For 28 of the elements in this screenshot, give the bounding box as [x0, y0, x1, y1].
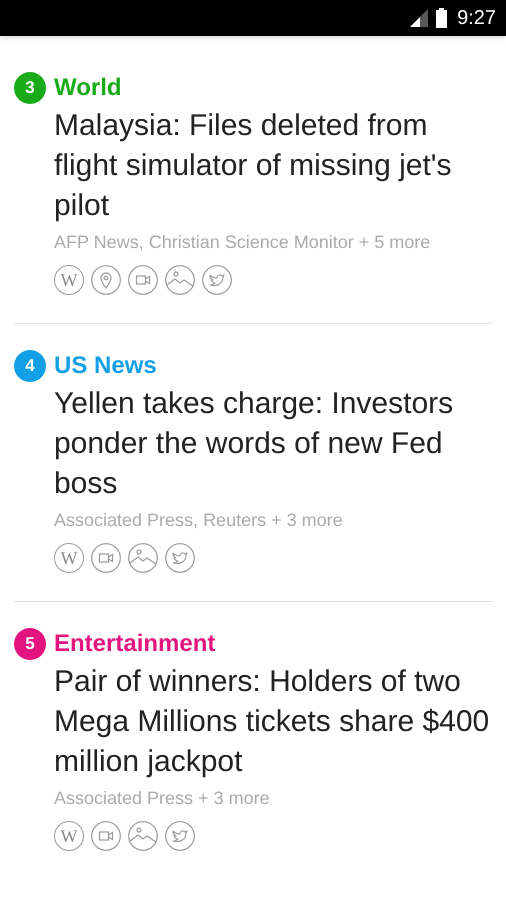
bird-icon[interactable] — [165, 543, 195, 573]
rank-badge: 3 — [14, 72, 46, 104]
signal-icon — [410, 9, 430, 27]
category-label[interactable]: US News — [54, 352, 157, 380]
sources-text: AFP News, Christian Science Monitor + 5 more — [54, 232, 432, 253]
clock-time: 9:27 — [457, 6, 496, 30]
headline[interactable]: Yellen takes charge: Investors ponder the words of new Fed boss — [54, 384, 492, 504]
sources-text: Associated Press + 3 more — [54, 788, 271, 809]
headline[interactable]: Pair of winners: Holders of two Mega Millions tickets share $400 million jackpot — [54, 662, 492, 782]
bird-icon[interactable] — [165, 821, 195, 851]
video-camera-icon[interactable] — [91, 543, 121, 573]
category-label[interactable]: Entertainment — [54, 630, 216, 658]
battery-icon — [436, 8, 448, 28]
wikipedia-icon[interactable]: W — [54, 265, 84, 295]
location-pin-icon[interactable] — [91, 265, 121, 295]
headline[interactable]: Malaysia: Files deleted from flight simulator of missing jet's pilot — [54, 106, 492, 226]
rank-badge: 4 — [14, 350, 46, 382]
video-camera-icon[interactable] — [91, 821, 121, 851]
sources-text: Associated Press, Reuters + 3 more — [54, 510, 344, 531]
video-camera-icon[interactable] — [128, 265, 158, 295]
bird-icon[interactable] — [202, 265, 232, 295]
image-icon[interactable] — [165, 265, 195, 295]
rank-badge: 5 — [14, 628, 46, 660]
image-icon[interactable] — [128, 821, 158, 851]
wikipedia-icon[interactable]: W — [54, 543, 84, 573]
category-label[interactable]: World — [54, 74, 122, 102]
wikipedia-icon[interactable]: W — [54, 821, 84, 851]
image-icon[interactable] — [128, 543, 158, 573]
